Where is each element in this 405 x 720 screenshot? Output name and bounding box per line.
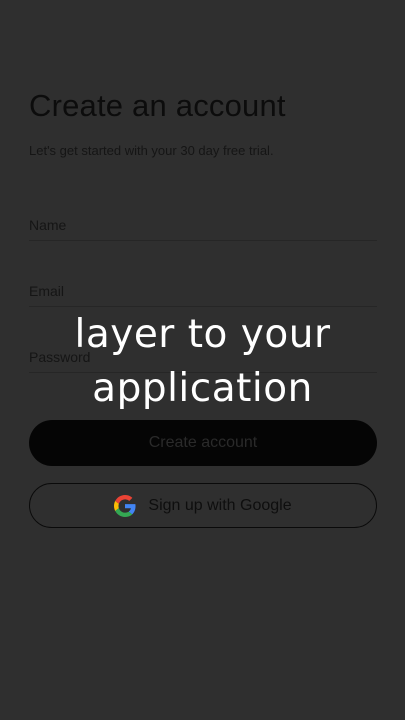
caption-line-1: layer to your: [74, 312, 331, 357]
email-field-container: [29, 276, 377, 307]
page-subtitle: Let's get started with your 30 day free …: [29, 143, 274, 158]
video-caption: layer to your application: [0, 308, 405, 416]
signup-screen: Create an account Let's get started with…: [0, 0, 405, 720]
google-signup-button[interactable]: Sign up with Google: [29, 483, 377, 528]
name-input[interactable]: [29, 210, 377, 240]
create-account-button[interactable]: Create account: [29, 420, 377, 466]
google-logo-icon: [114, 494, 136, 517]
email-input[interactable]: [29, 276, 377, 306]
caption-line-2: application: [92, 366, 313, 411]
name-field-container: [29, 210, 377, 241]
google-button-label: Sign up with Google: [148, 496, 292, 514]
page-title: Create an account: [29, 88, 286, 123]
